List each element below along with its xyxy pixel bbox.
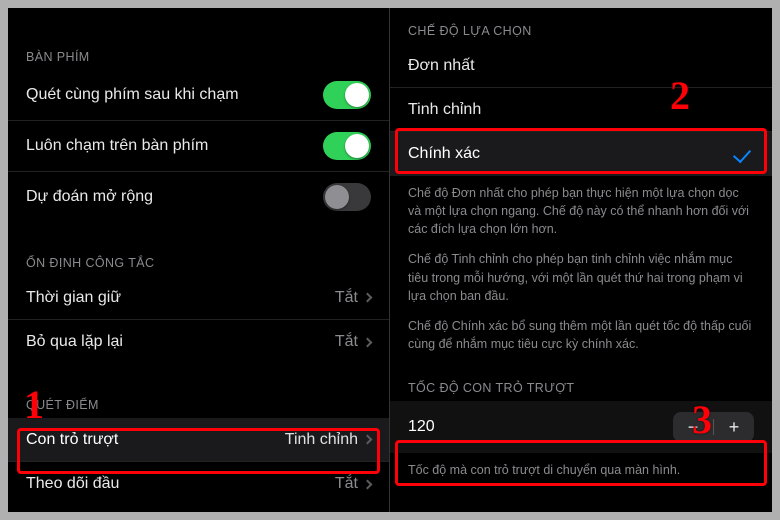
row-label: Bỏ qua lặp lại [26,333,123,351]
toggle-knob [325,185,349,209]
row-value: Tắt [335,475,371,493]
row-label: Luôn chạm trên bàn phím [26,137,208,155]
section-header-selection-mode: CHẾ ĐỘ LỰA CHỌN [390,10,772,44]
row-label: Dự đoán mở rộng [26,188,153,206]
section-header-switch-stab: ỔN ĐỊNH CÔNG TẮC [8,242,389,276]
chevron-icon [363,435,373,445]
section-header-cursor-speed: TỐC ĐỘ CON TRỎ TRƯỢT [390,367,772,401]
row-label: Đơn nhất [408,57,475,75]
chevron-icon [363,293,373,303]
toggle-always-tap[interactable] [323,132,371,160]
checkmark-icon [733,145,751,164]
mode-description-single: Chế độ Đơn nhất cho phép bạn thực hiện m… [390,176,772,242]
row-cursor-speed: 120 − + [390,401,772,453]
row-label: Thời gian giữ [26,289,121,307]
row-label: Con trỏ trượt [26,431,118,449]
settings-pane-right: CHẾ ĐỘ LỰA CHỌN Đơn nhất Tinh chỉnh Chín… [390,8,772,512]
row-label: Theo dõi đầu [26,475,119,493]
row-label: Quét cùng phím sau khi chạm [26,86,239,104]
speed-stepper: − + [673,412,754,442]
toggle-extended-predict[interactable] [323,183,371,211]
row-head-tracking[interactable]: Theo dõi đầu Tắt [8,462,389,506]
speed-description: Tốc độ mà con trỏ trượt di chuyển qua mà… [390,453,772,483]
row-label: Tinh chỉnh [408,101,481,119]
toggle-knob [345,134,369,158]
settings-pane-left: BÀN PHÍM Quét cùng phím sau khi chạm Luô… [8,8,390,512]
mode-description-precise: Chế độ Chính xác bổ sung thêm một lần qu… [390,309,772,357]
row-extended-predictions[interactable]: Dự đoán mở rộng [8,172,389,222]
speed-value: 120 [408,418,435,436]
stepper-minus-button[interactable]: − [673,412,713,442]
chevron-icon [363,337,373,347]
screenshot-stage: BÀN PHÍM Quét cùng phím sau khi chạm Luô… [8,8,772,512]
row-value: Tắt [335,333,371,351]
stepper-plus-button[interactable]: + [714,412,754,442]
row-mode-precise[interactable]: Chính xác [390,132,772,176]
section-header-keyboard: BÀN PHÍM [8,36,389,70]
chevron-icon [363,479,373,489]
section-header-point-scan: QUÉT ĐIỂM [8,384,389,418]
row-mode-single[interactable]: Đơn nhất [390,44,772,88]
row-ignore-repeat[interactable]: Bỏ qua lặp lại Tắt [8,320,389,364]
mode-description-refine: Chế độ Tinh chỉnh cho phép bạn tinh chỉn… [390,242,772,308]
toggle-knob [345,83,369,107]
row-always-tap-keyboard[interactable]: Luôn chạm trên bàn phím [8,121,389,172]
toggle-scan-after-tap[interactable] [323,81,371,109]
row-mode-refine[interactable]: Tinh chỉnh [390,88,772,132]
row-value: Tinh chỉnh [285,431,371,449]
row-label: Chính xác [408,145,480,163]
row-gliding-cursor[interactable]: Con trỏ trượt Tinh chỉnh [8,418,389,462]
row-hold-duration[interactable]: Thời gian giữ Tắt [8,276,389,320]
row-scan-same-key-after-tap[interactable]: Quét cùng phím sau khi chạm [8,70,389,121]
row-value: Tắt [335,289,371,307]
